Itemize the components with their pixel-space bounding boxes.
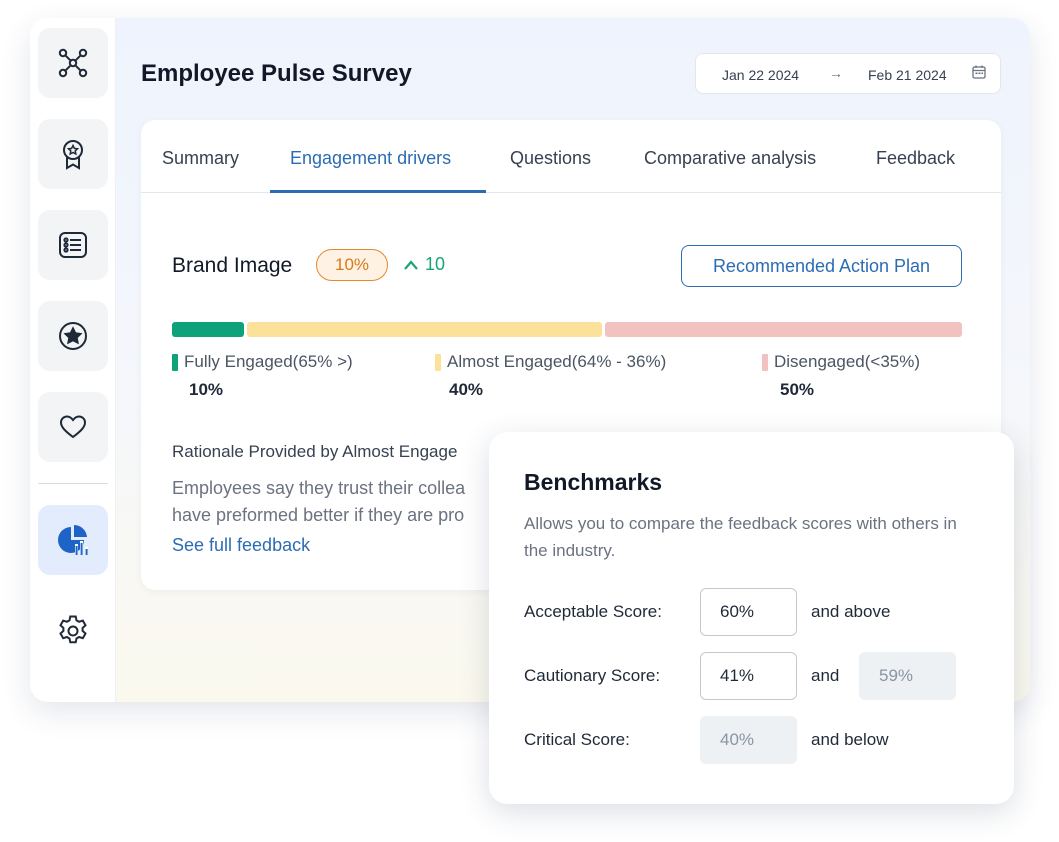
sidebar-item-settings[interactable] — [38, 596, 108, 666]
gear-icon — [55, 613, 91, 649]
tab-engagement-drivers[interactable]: Engagement drivers — [290, 148, 451, 169]
critical-score-label: Critical Score: — [524, 730, 630, 750]
benchmarks-panel: Benchmarks Allows you to compare the fee… — [489, 432, 1014, 804]
tab-bar: Summary Engagement drivers Questions Com… — [141, 120, 1001, 193]
legend-label: Fully Engaged(65% >) — [184, 352, 353, 372]
critical-score-suffix: and below — [811, 730, 889, 750]
acceptable-score-label: Acceptable Score: — [524, 602, 662, 622]
see-full-feedback-link[interactable]: See full feedback — [172, 535, 310, 556]
critical-score-input: 40% — [700, 716, 797, 764]
legend-value-fully-engaged: 10% — [189, 380, 223, 400]
legend-fully-engaged: Fully Engaged(65% >) — [172, 352, 353, 372]
legend-disengaged: Disengaged(<35%) — [762, 352, 920, 372]
cautionary-upper-input: 59% — [859, 652, 956, 700]
trend-indicator: 10 — [403, 254, 445, 275]
acceptable-score-input[interactable]: 60% — [700, 588, 797, 636]
cautionary-score-input[interactable]: 41% — [700, 652, 797, 700]
bar-disengaged — [605, 322, 962, 337]
date-to: Feb 21 2024 — [868, 67, 947, 83]
legend-swatch-pink — [762, 354, 768, 371]
date-arrow: → — [829, 65, 843, 81]
rationale-line: have preformed better if they are pro — [172, 502, 465, 529]
chevron-up-icon — [403, 259, 419, 271]
sidebar-item-wellbeing[interactable] — [38, 392, 108, 462]
sidebar-item-surveys[interactable] — [38, 210, 108, 280]
date-from: Jan 22 2024 — [722, 67, 799, 83]
award-badge-icon — [56, 137, 90, 171]
legend-value-disengaged: 50% — [780, 380, 814, 400]
legend-label: Almost Engaged(64% - 36%) — [447, 352, 666, 372]
bar-fully-engaged — [172, 322, 244, 337]
legend-value-almost-engaged: 40% — [449, 380, 483, 400]
analytics-pie-icon — [56, 523, 90, 557]
benchmarks-description: Allows you to compare the feedback score… — [524, 510, 964, 564]
legend-swatch-green — [172, 354, 178, 371]
legend-label: Disengaged(<35%) — [774, 352, 920, 372]
cautionary-score-label: Cautionary Score: — [524, 666, 660, 686]
date-range-picker[interactable]: Jan 22 2024 → Feb 21 2024 — [695, 53, 1001, 94]
active-tab-indicator — [270, 190, 486, 193]
tab-summary[interactable]: Summary — [162, 148, 239, 169]
heart-icon — [56, 410, 90, 444]
cautionary-score-joiner: and — [811, 666, 839, 686]
benchmarks-title: Benchmarks — [524, 469, 662, 496]
score-badge: 10% — [316, 249, 388, 281]
recommended-action-plan-button[interactable]: Recommended Action Plan — [681, 245, 962, 287]
rationale-line: Employees say they trust their collea — [172, 475, 465, 502]
network-icon — [56, 46, 90, 80]
rationale-title: Rationale Provided by Almost Engage — [172, 442, 457, 462]
bar-almost-engaged — [247, 322, 602, 337]
tab-feedback[interactable]: Feedback — [876, 148, 955, 169]
sidebar-item-analytics[interactable] — [38, 505, 108, 575]
sidebar-divider — [38, 483, 108, 484]
calendar-icon[interactable] — [971, 64, 987, 80]
trend-value: 10 — [425, 254, 445, 275]
legend-almost-engaged: Almost Engaged(64% - 36%) — [435, 352, 666, 372]
rationale-text: Employees say they trust their collea ha… — [172, 475, 465, 529]
sidebar — [30, 18, 116, 702]
acceptable-score-suffix: and above — [811, 602, 890, 622]
star-circle-icon — [56, 319, 90, 353]
sidebar-item-network[interactable] — [38, 28, 108, 98]
driver-title: Brand Image — [172, 254, 292, 278]
list-icon — [56, 228, 90, 262]
tab-questions[interactable]: Questions — [510, 148, 591, 169]
tab-comparative-analysis[interactable]: Comparative analysis — [644, 148, 816, 169]
sidebar-item-awards[interactable] — [38, 119, 108, 189]
page-title: Employee Pulse Survey — [141, 60, 412, 88]
sidebar-item-recognition[interactable] — [38, 301, 108, 371]
legend-swatch-yellow — [435, 354, 441, 371]
